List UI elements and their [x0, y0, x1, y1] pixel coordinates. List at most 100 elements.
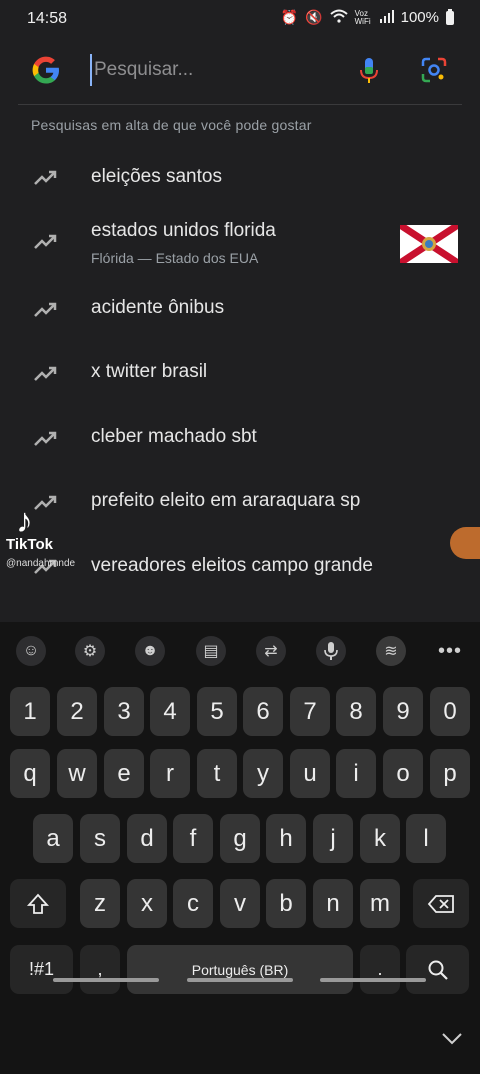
keyboard: ☺ ⚙ ☻ ▤ ⇄ ≋ ••• 1 2 3 4 5 6 7 8 9 0 q w … — [0, 622, 480, 1074]
space-bar[interactable]: Português (BR) — [127, 945, 353, 994]
translate-icon[interactable]: ⇄ — [256, 636, 286, 666]
suggestion-text: estados unidos florida — [91, 220, 276, 241]
key-d[interactable]: d — [127, 814, 167, 863]
suggestion-text: cleber machado sbt — [91, 426, 257, 447]
search-input[interactable] — [90, 54, 344, 86]
shift-icon — [26, 893, 50, 914]
trending-icon — [34, 495, 57, 510]
key-l[interactable]: l — [406, 814, 446, 863]
key-x[interactable]: x — [127, 879, 167, 928]
key-a[interactable]: a — [33, 814, 73, 863]
divider — [18, 104, 462, 105]
settings-icon[interactable]: ⚙ — [75, 636, 105, 666]
key-3[interactable]: 3 — [104, 687, 144, 736]
emoji-icon[interactable]: ☻ — [135, 636, 165, 666]
key-1[interactable]: 1 — [10, 687, 50, 736]
status-bar: 14:58 ⏰ 🔇 Voz WiFi 100% — [0, 0, 480, 38]
key-2[interactable]: 2 — [57, 687, 97, 736]
nav-handle-center — [187, 978, 293, 982]
keyboard-toolbar: ☺ ⚙ ☻ ▤ ⇄ ≋ ••• — [0, 622, 480, 678]
battery-icon — [446, 8, 454, 25]
key-j[interactable]: j — [313, 814, 353, 863]
nav-handle-right — [320, 978, 426, 982]
key-0[interactable]: 0 — [430, 687, 470, 736]
key-r[interactable]: r — [150, 749, 190, 798]
suggestion-text: eleições santos — [91, 166, 222, 187]
floating-bubble[interactable] — [450, 527, 480, 559]
key-s[interactable]: s — [80, 814, 120, 863]
emoji-sticker-icon[interactable]: ☺ — [16, 636, 46, 666]
key-w[interactable]: w — [57, 749, 97, 798]
suggestion-text: prefeito eleito em araraquara sp — [91, 490, 361, 511]
key-e[interactable]: e — [104, 749, 144, 798]
symbols-key[interactable]: !#1 — [10, 945, 73, 994]
google-logo — [32, 56, 59, 84]
period-key[interactable]: . — [360, 945, 400, 994]
wifi-icon — [329, 9, 348, 26]
suggestion-text: acidente ônibus — [91, 297, 225, 318]
key-m[interactable]: m — [360, 879, 400, 928]
suggestion-subtitle: Flórida — Estado dos EUA — [91, 250, 259, 266]
key-4[interactable]: 4 — [150, 687, 190, 736]
key-p[interactable]: p — [430, 749, 470, 798]
key-i[interactable]: i — [336, 749, 376, 798]
search-icon — [428, 960, 448, 980]
key-o[interactable]: o — [383, 749, 423, 798]
suggestion-item[interactable]: cleber machado sbt — [0, 407, 480, 471]
section-title: Pesquisas em alta de que você pode gosta… — [31, 117, 312, 133]
key-n[interactable]: n — [313, 879, 353, 928]
more-icon[interactable]: ••• — [438, 640, 462, 663]
key-6[interactable]: 6 — [243, 687, 283, 736]
lens-icon[interactable] — [420, 56, 448, 84]
suggestion-item[interactable]: eleições santos — [0, 145, 480, 209]
florida-flag-thumbnail — [400, 225, 458, 263]
suggestion-text: x twitter brasil — [91, 361, 208, 382]
key-f[interactable]: f — [173, 814, 213, 863]
backspace-key[interactable] — [413, 879, 469, 928]
spotify-icon[interactable]: ≋ — [376, 636, 406, 666]
key-g[interactable]: g — [220, 814, 260, 863]
suggestion-text: vereadores eleitos campo grande — [91, 555, 374, 576]
key-u[interactable]: u — [290, 749, 330, 798]
suggestion-item[interactable]: acidente ônibus — [0, 279, 480, 343]
key-q[interactable]: q — [10, 749, 50, 798]
chevron-down-icon[interactable] — [441, 1032, 463, 1046]
alarm-icon: ⏰ — [280, 9, 299, 25]
signal-icon — [379, 9, 394, 26]
tiktok-watermark: TikTok — [6, 536, 53, 553]
key-z[interactable]: z — [80, 879, 120, 928]
key-y[interactable]: y — [243, 749, 283, 798]
network-label: Voz WiFi — [354, 8, 371, 26]
suggestion-item[interactable]: estados unidos florida Flórida — Estado … — [0, 209, 480, 279]
search-bar — [0, 40, 480, 102]
trending-icon — [34, 431, 57, 446]
tiktok-username: @nandahrnnde — [6, 558, 76, 569]
trending-icon — [34, 302, 57, 317]
clipboard-icon[interactable]: ▤ — [196, 636, 226, 666]
key-c[interactable]: c — [173, 879, 213, 928]
key-b[interactable]: b — [266, 879, 306, 928]
status-time: 14:58 — [27, 10, 68, 27]
key-v[interactable]: v — [220, 879, 260, 928]
key-h[interactable]: h — [266, 814, 306, 863]
suggestion-item[interactable]: prefeito eleito em araraquara sp — [0, 471, 480, 535]
trending-icon — [34, 170, 57, 185]
trending-icon — [34, 366, 57, 381]
key-t[interactable]: t — [197, 749, 237, 798]
key-k[interactable]: k — [360, 814, 400, 863]
key-9[interactable]: 9 — [383, 687, 423, 736]
mic-icon[interactable] — [316, 636, 346, 666]
search-key[interactable] — [406, 945, 469, 994]
nav-handle-left — [53, 978, 159, 982]
backspace-icon — [427, 894, 454, 913]
trending-icon — [34, 234, 57, 249]
battery-percent: 100% — [400, 9, 439, 26]
suggestion-item[interactable]: x twitter brasil — [0, 343, 480, 407]
key-5[interactable]: 5 — [197, 687, 237, 736]
key-8[interactable]: 8 — [336, 687, 376, 736]
key-7[interactable]: 7 — [290, 687, 330, 736]
status-icons: ⏰ 🔇 Voz WiFi 100% — [280, 8, 454, 26]
comma-key[interactable]: , — [80, 945, 120, 994]
mic-icon[interactable] — [358, 56, 380, 86]
shift-key[interactable] — [10, 879, 66, 928]
